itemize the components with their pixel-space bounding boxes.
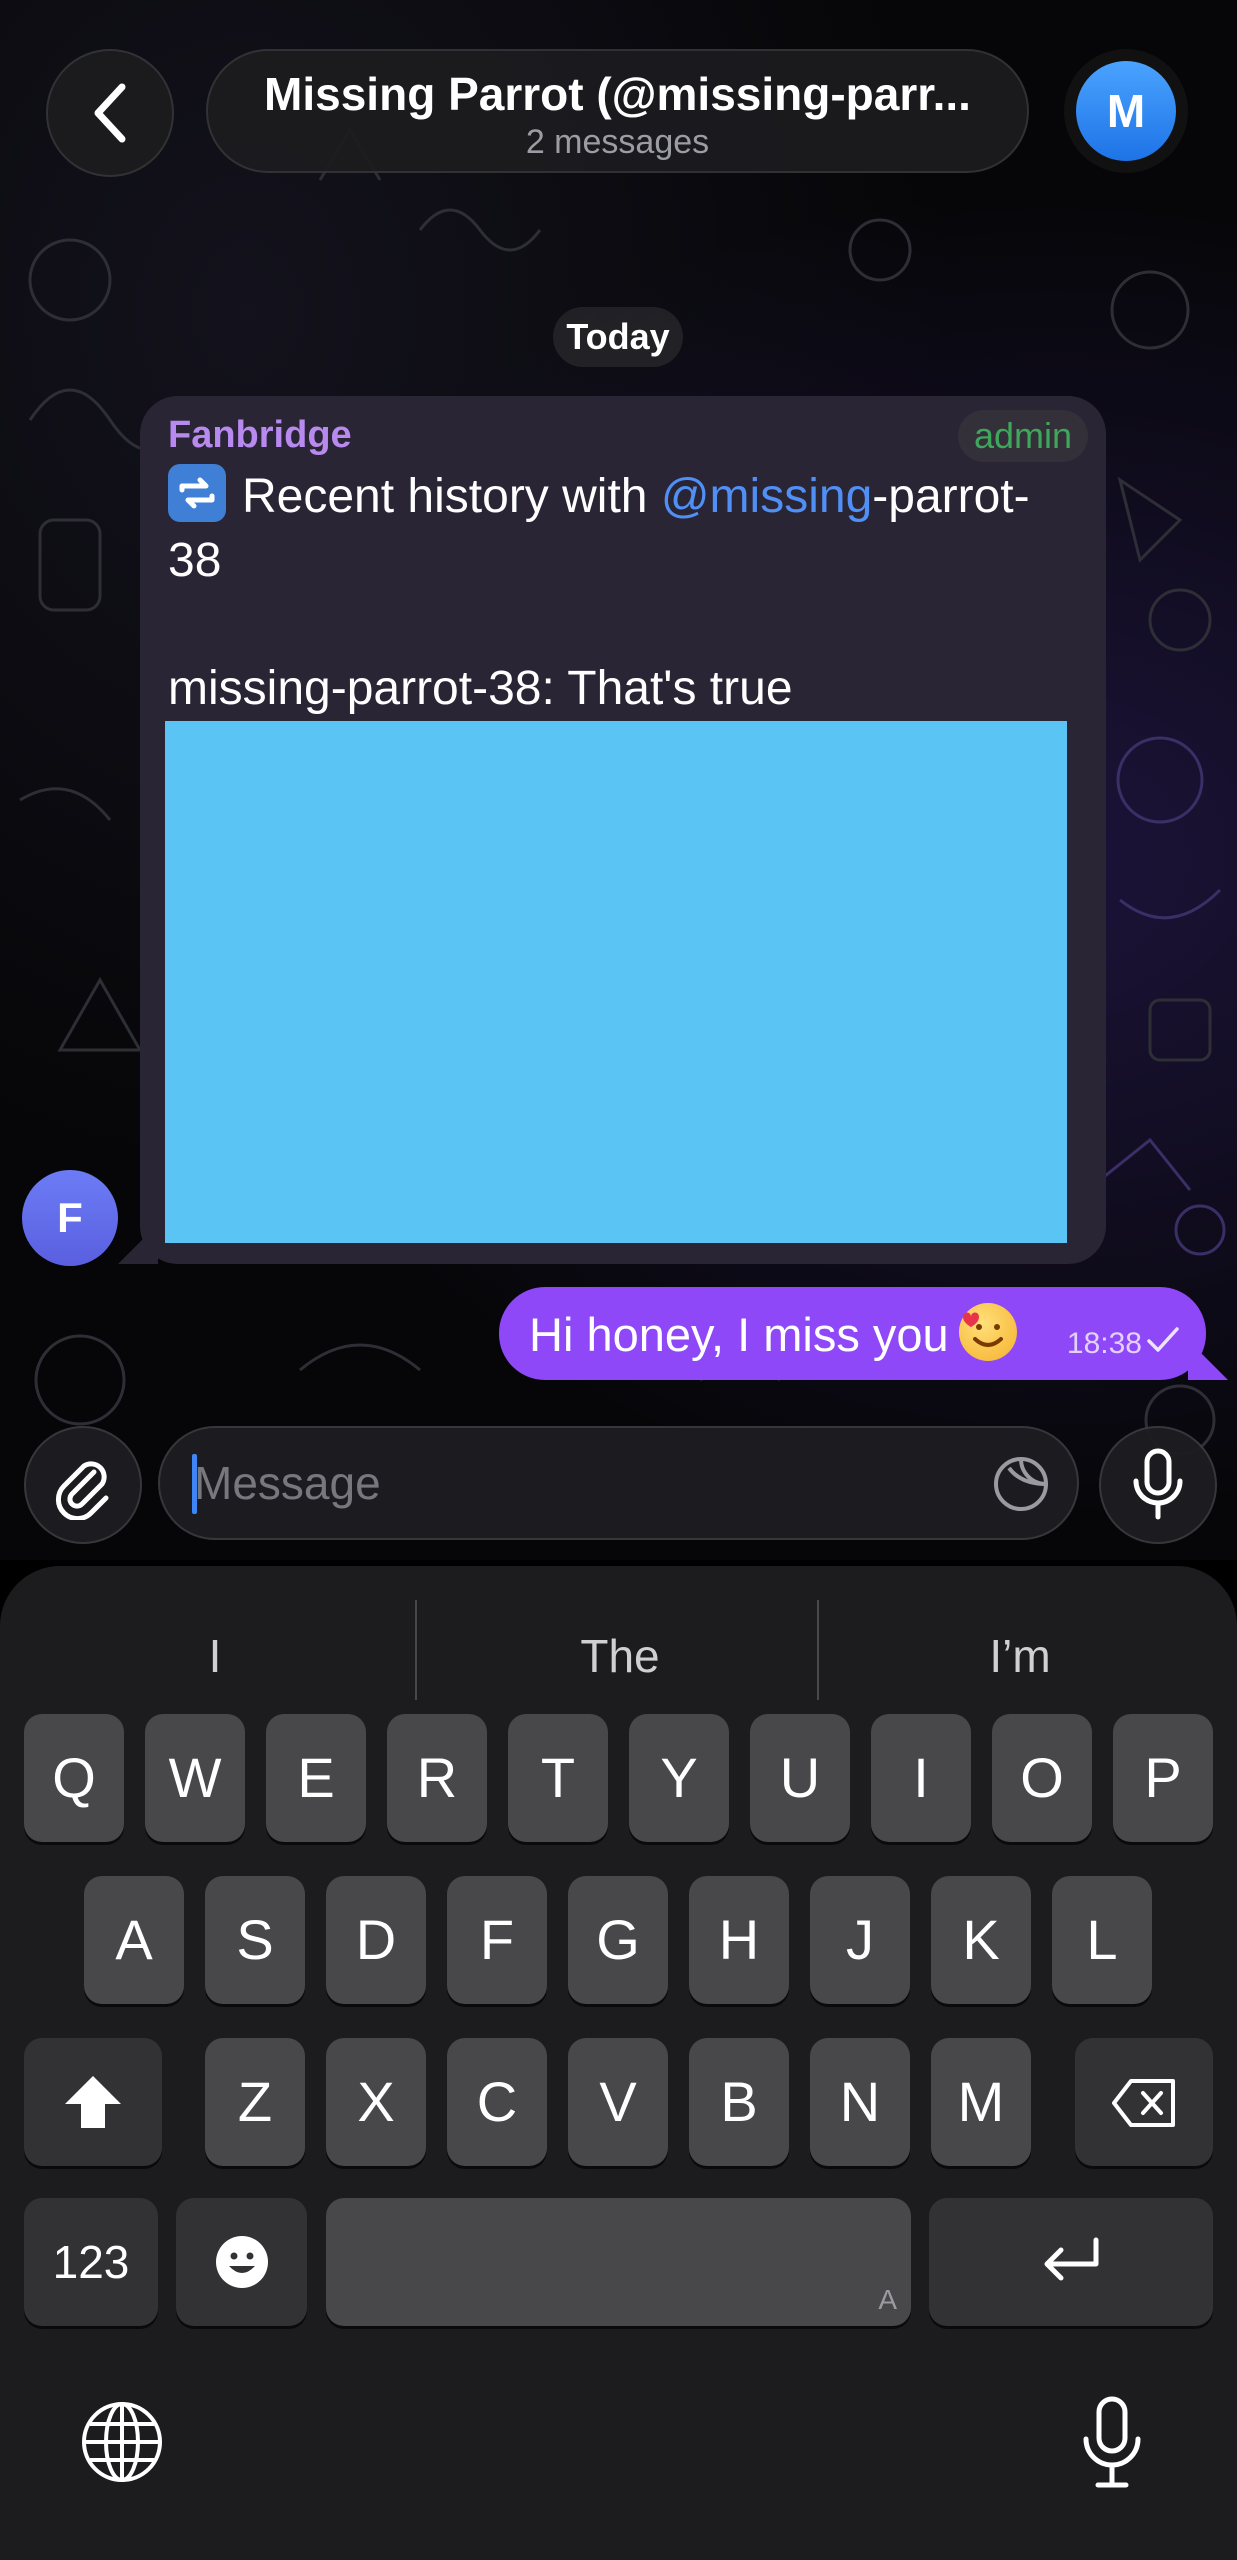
- key-t[interactable]: T: [508, 1714, 608, 1842]
- key-r[interactable]: R: [387, 1714, 487, 1842]
- suggestion-divider: [817, 1600, 819, 1700]
- return-key[interactable]: [929, 2198, 1213, 2326]
- key-w[interactable]: W: [145, 1714, 245, 1842]
- emoji-icon: [215, 2236, 268, 2288]
- smiling-face-with-hearts-icon: [958, 1303, 1017, 1361]
- checkmark-icon: [1147, 1327, 1179, 1352]
- voice-record-button[interactable]: [1099, 1426, 1217, 1544]
- outgoing-message-bubble[interactable]: Hi honey, I miss you 18:38: [499, 1287, 1228, 1380]
- avatar-letter: M: [1076, 61, 1176, 161]
- chevron-left-icon: [94, 83, 126, 143]
- key-n[interactable]: N: [810, 2038, 910, 2166]
- media-attachment[interactable]: [165, 721, 1067, 1243]
- globe-icon[interactable]: [80, 2400, 164, 2484]
- attach-button[interactable]: [24, 1426, 142, 1544]
- key-z[interactable]: Z: [205, 2038, 305, 2166]
- numbers-key[interactable]: 123: [24, 2198, 158, 2326]
- key-e[interactable]: E: [266, 1714, 366, 1842]
- sticker-icon[interactable]: [991, 1454, 1051, 1514]
- key-h[interactable]: H: [689, 1876, 789, 2004]
- dictation-microphone-icon[interactable]: [1080, 2395, 1144, 2491]
- key-u[interactable]: U: [750, 1714, 850, 1842]
- key-f[interactable]: F: [447, 1876, 547, 2004]
- suggestion-1[interactable]: I: [120, 1606, 310, 1706]
- message-text: Recent history with @missing-parrot-38 m…: [168, 464, 1068, 721]
- backspace-icon: [1112, 2079, 1175, 2127]
- repeat-icon: [168, 464, 226, 522]
- key-x[interactable]: X: [326, 2038, 426, 2166]
- key-p[interactable]: P: [1113, 1714, 1213, 1842]
- key-v[interactable]: V: [568, 2038, 668, 2166]
- key-b[interactable]: B: [689, 2038, 789, 2166]
- key-o[interactable]: O: [992, 1714, 1092, 1842]
- space-corner-label: A: [878, 2284, 897, 2315]
- back-button[interactable]: [46, 49, 174, 177]
- sender-name[interactable]: Fanbridge: [168, 414, 352, 457]
- sender-avatar[interactable]: F: [22, 1170, 118, 1266]
- key-a[interactable]: A: [84, 1876, 184, 2004]
- key-d[interactable]: D: [326, 1876, 426, 2004]
- suggestion-2[interactable]: The: [520, 1606, 720, 1706]
- key-i[interactable]: I: [871, 1714, 971, 1842]
- message-input[interactable]: Message: [158, 1426, 1079, 1540]
- backspace-key[interactable]: [1075, 2038, 1213, 2166]
- key-s[interactable]: S: [205, 1876, 305, 2004]
- space-key[interactable]: A: [326, 2198, 911, 2326]
- outgoing-message-text: Hi honey, I miss you: [529, 1303, 1017, 1362]
- mention-link[interactable]: @missing: [661, 470, 872, 523]
- shift-key[interactable]: [24, 2038, 162, 2166]
- shift-arrow-icon: [65, 2076, 121, 2128]
- key-y[interactable]: Y: [629, 1714, 729, 1842]
- chat-subtitle: 2 messages: [525, 123, 710, 161]
- outgoing-text: Hi honey, I miss you: [529, 1308, 949, 1361]
- message-text-prefix: Recent history with: [242, 470, 661, 523]
- key-l[interactable]: L: [1052, 1876, 1152, 2004]
- message-input-placeholder: Message: [194, 1457, 381, 1509]
- key-k[interactable]: K: [931, 1876, 1031, 2004]
- incoming-message-bubble[interactable]: Fanbridge admin Recent history with @mis…: [118, 396, 1106, 1264]
- message-time: 18:38: [1066, 1327, 1142, 1360]
- quoted-line: missing-parrot-38: That's true: [168, 662, 793, 715]
- paperclip-icon: [55, 1461, 109, 1520]
- suggestion-3[interactable]: I’m: [920, 1606, 1120, 1706]
- emoji-key[interactable]: [176, 2198, 307, 2326]
- chat-title-pill[interactable]: Missing Parrot (@missing-parr... 2 messa…: [206, 49, 1029, 173]
- date-separator: Today: [553, 307, 683, 367]
- admin-badge: admin: [957, 410, 1088, 462]
- key-m[interactable]: M: [931, 2038, 1031, 2166]
- key-g[interactable]: G: [568, 1876, 668, 2004]
- key-q[interactable]: Q: [24, 1714, 124, 1842]
- key-j[interactable]: J: [810, 1876, 910, 2004]
- microphone-icon: [1133, 1448, 1183, 1520]
- key-c[interactable]: C: [447, 2038, 547, 2166]
- return-icon: [1044, 2237, 1099, 2281]
- chat-title: Missing Parrot (@missing-parr...: [264, 68, 971, 120]
- chat-avatar[interactable]: M: [1064, 49, 1188, 173]
- suggestion-divider: [415, 1600, 417, 1700]
